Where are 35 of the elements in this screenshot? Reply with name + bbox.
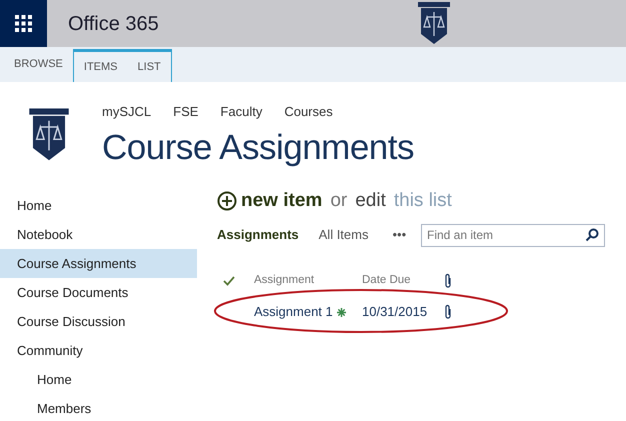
sidebar-item[interactable]: Members (0, 394, 197, 421)
sidebar-item[interactable]: Home (0, 364, 197, 394)
view-tab[interactable]: Assignments (217, 225, 299, 245)
ribbon-tab[interactable]: ITEMS (74, 52, 128, 82)
sidebar-item[interactable]: Home (0, 190, 197, 220)
search-field[interactable]: Find an item (421, 224, 605, 246)
new-item-link[interactable]: new item (241, 186, 322, 215)
table-cell-text: 10/31/2015 (362, 303, 428, 322)
grid-icon (15, 15, 32, 32)
ribbon-tab[interactable]: BROWSE (4, 47, 73, 82)
breadcrumb-link[interactable]: mySJCL (102, 102, 152, 122)
app-name[interactable]: Office 365 (68, 8, 159, 38)
ribbon-tab[interactable]: LIST (128, 52, 171, 82)
search-icon[interactable] (585, 228, 599, 242)
breadcrumb-link[interactable]: FSE (173, 102, 198, 122)
column-header[interactable]: Assignment (254, 272, 362, 290)
more-views-button[interactable]: ••• (392, 225, 406, 245)
sidebar-item[interactable]: Course Documents (0, 278, 197, 306)
sidebar-item[interactable]: Course Assignments (0, 248, 197, 278)
sidebar-item[interactable]: Notebook (0, 220, 197, 248)
breadcrumb-link[interactable]: Courses (284, 102, 333, 122)
sidebar-item[interactable]: Community (0, 336, 197, 364)
sidebar-item[interactable]: Course Discussion (0, 306, 197, 336)
shield-logo-icon (416, 0, 451, 47)
item-link[interactable]: Assignment 1 (254, 302, 333, 322)
add-icon[interactable] (217, 190, 237, 211)
view-tab[interactable]: All Items (318, 225, 368, 245)
column-header[interactable]: Date Due (362, 272, 444, 290)
or-text: or (330, 188, 348, 212)
paperclip-icon (444, 273, 452, 289)
app-launcher-button[interactable] (0, 0, 47, 47)
page-title: Course Assignments (102, 130, 414, 164)
breadcrumb-link[interactable]: Faculty (220, 102, 262, 122)
edit-link[interactable]: edit (355, 186, 386, 215)
select-all-check-icon[interactable] (223, 276, 235, 286)
